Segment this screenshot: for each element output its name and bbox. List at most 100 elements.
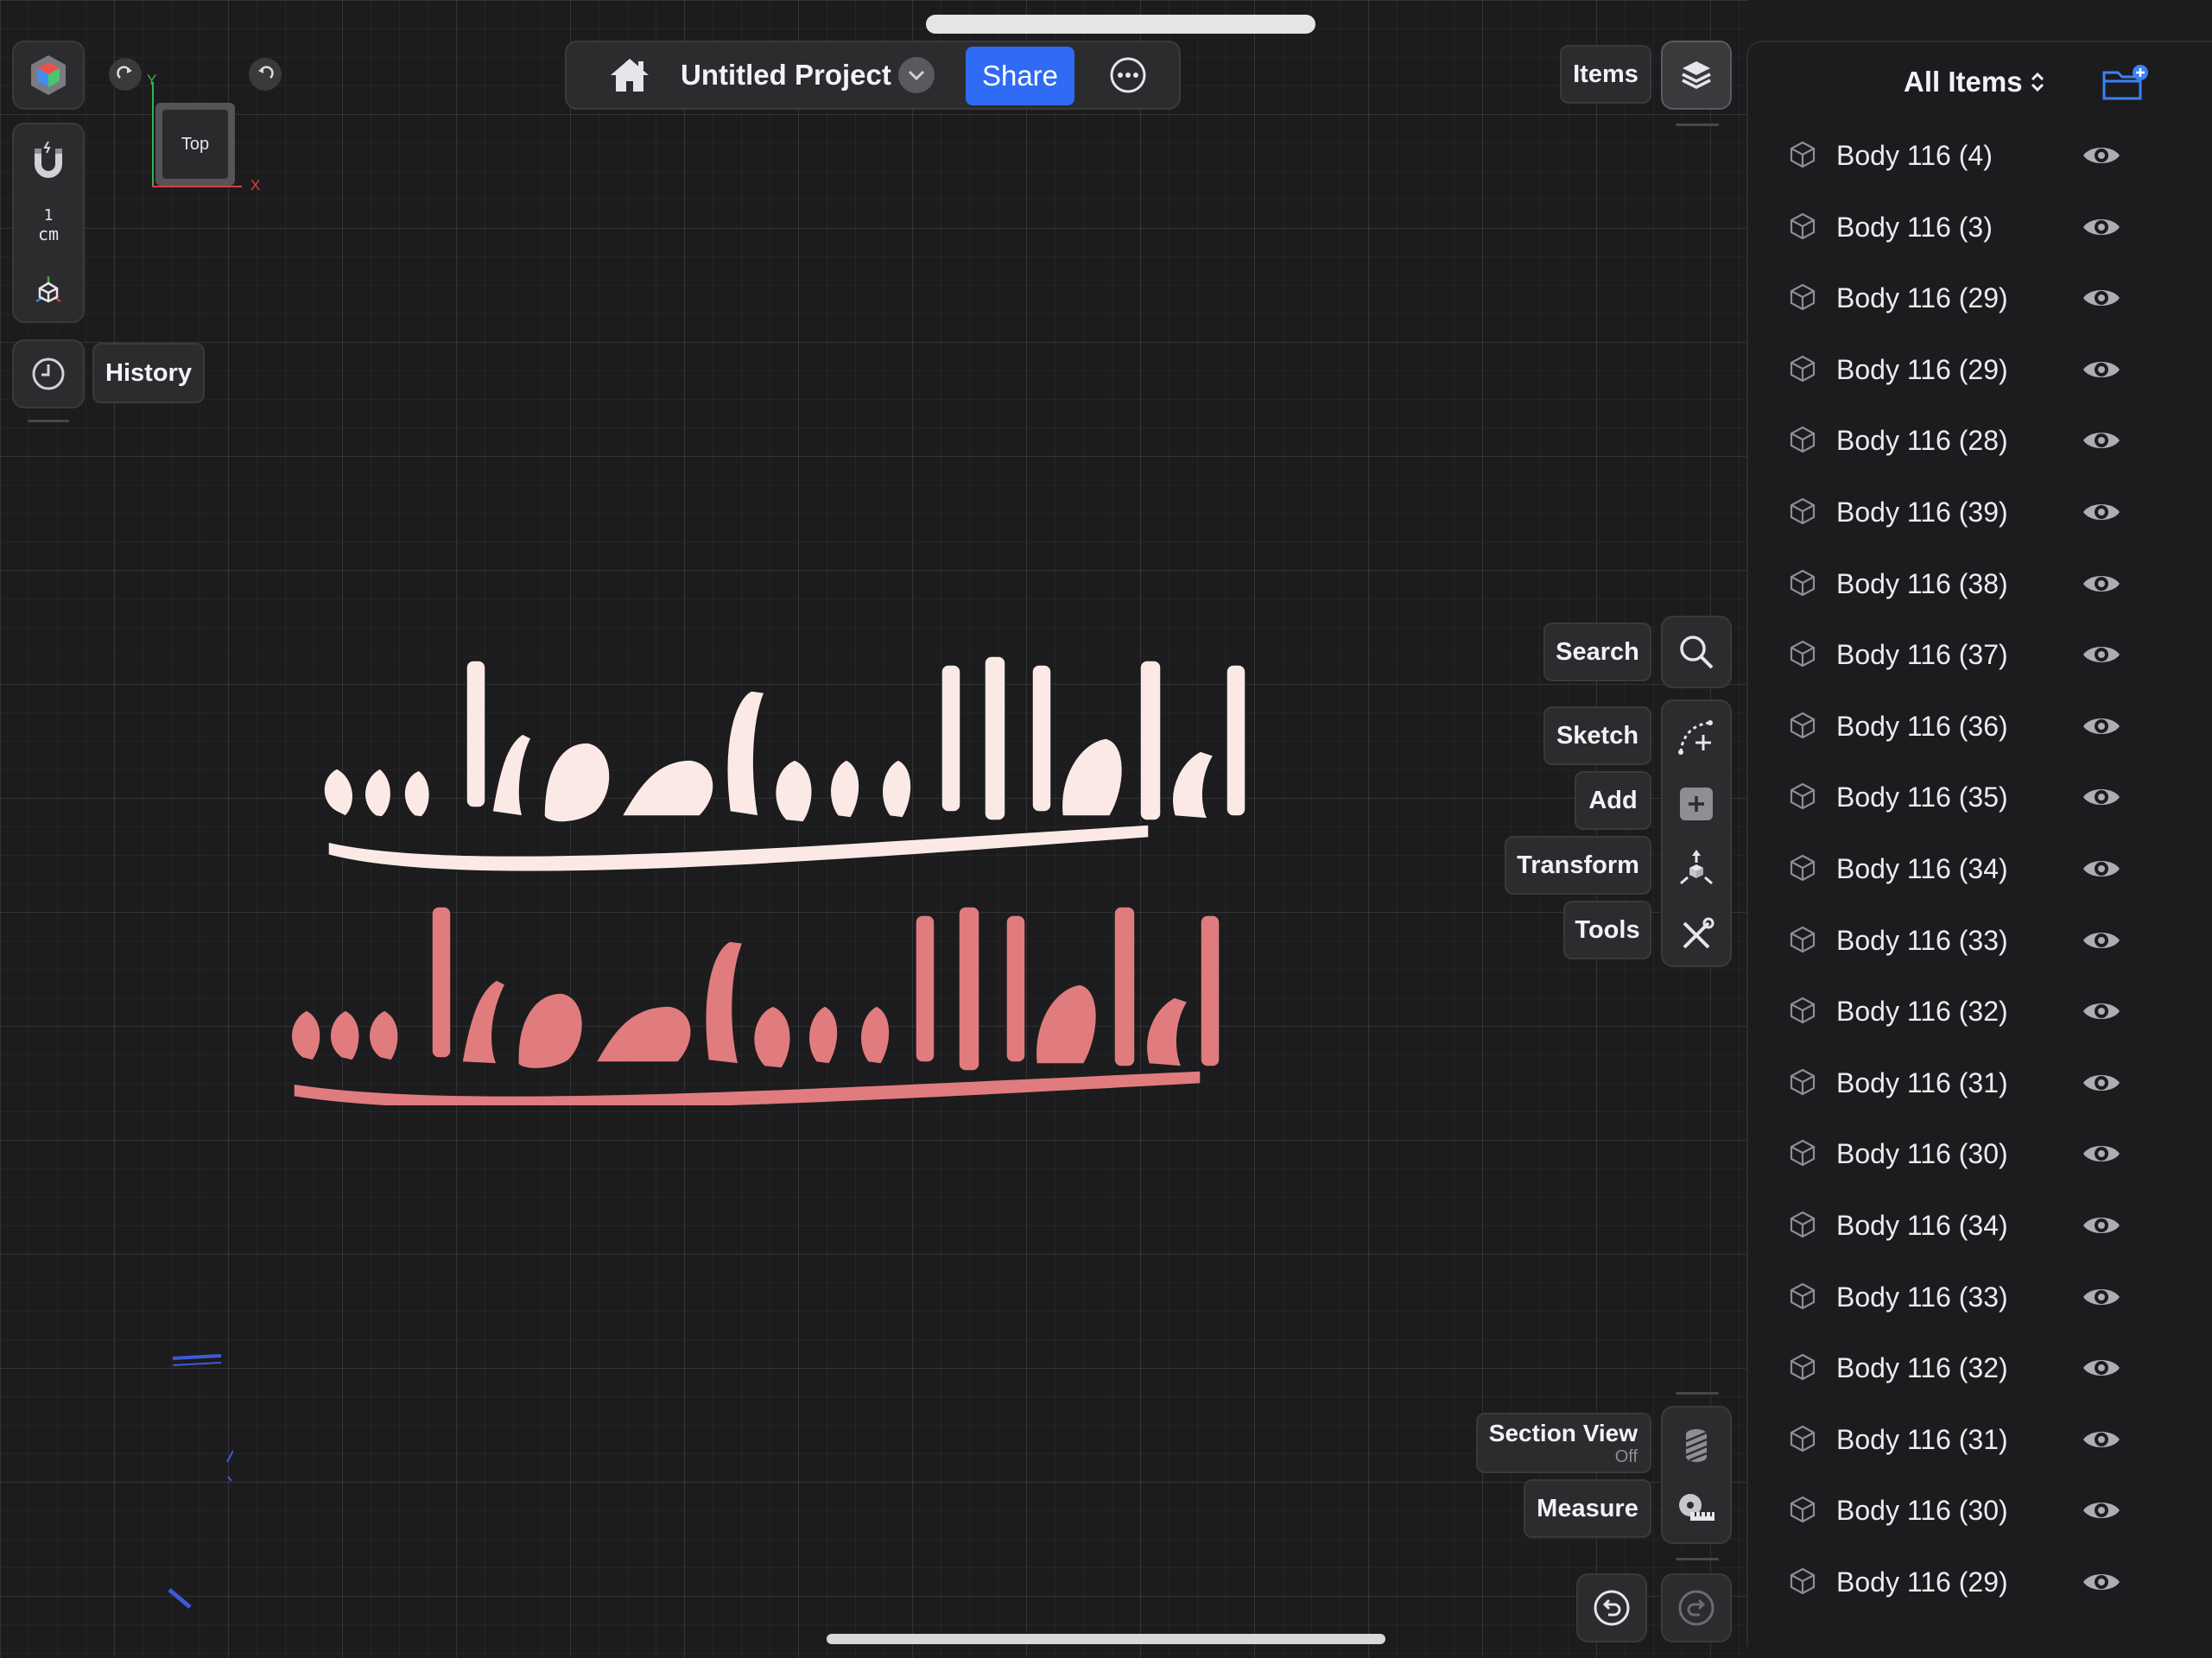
eye-icon[interactable] xyxy=(2082,642,2121,672)
x-axis-label: X xyxy=(250,177,261,193)
calligraphy-pink[interactable] xyxy=(290,906,1220,1105)
measure-tape-icon[interactable] xyxy=(1663,1478,1730,1539)
eye-icon[interactable] xyxy=(2082,784,2121,814)
layers-button[interactable] xyxy=(1661,41,1732,110)
add-label[interactable]: Add xyxy=(1575,771,1651,830)
tools-label[interactable]: Tools xyxy=(1563,901,1651,959)
undo-icon xyxy=(1578,1575,1645,1641)
redo-button[interactable] xyxy=(1661,1573,1732,1642)
eye-icon[interactable] xyxy=(2082,1212,2121,1243)
eye-icon[interactable] xyxy=(2082,142,2121,173)
section-view-icon[interactable] xyxy=(1663,1414,1730,1475)
list-item[interactable]: Body 116 (29) xyxy=(1748,334,2212,405)
list-item[interactable]: Body 116 (35) xyxy=(1748,762,2212,832)
app-logo-button[interactable] xyxy=(12,41,85,110)
history-button[interactable] xyxy=(12,339,85,408)
search-icon xyxy=(1663,617,1730,687)
eye-icon[interactable] xyxy=(2082,1569,2121,1599)
eye-icon[interactable] xyxy=(2082,1497,2121,1528)
list-item[interactable]: Body 116 (34) xyxy=(1748,1190,2212,1261)
list-item[interactable]: Body 116 (38) xyxy=(1748,548,2212,619)
ellipsis-circle-icon[interactable] xyxy=(1104,53,1152,98)
axis-cube-icon[interactable] xyxy=(14,268,83,311)
home-indicator[interactable] xyxy=(827,1634,1385,1644)
list-item[interactable]: Body 116 (29) xyxy=(1748,1547,2212,1617)
magnet-icon[interactable] xyxy=(14,138,83,181)
eye-icon[interactable] xyxy=(2082,1427,2121,1457)
item-label: Body 116 (36) xyxy=(1836,710,2008,742)
measure-label[interactable]: Measure xyxy=(1524,1479,1651,1538)
list-item[interactable]: Body 116 (32) xyxy=(1748,976,2212,1047)
eye-icon[interactable] xyxy=(2082,499,2121,529)
eye-icon[interactable] xyxy=(2082,571,2121,601)
sketch-label[interactable]: Sketch xyxy=(1543,706,1651,765)
share-button[interactable]: Share xyxy=(966,47,1074,105)
item-label: Body 116 (31) xyxy=(1836,1066,2008,1098)
project-title[interactable]: Untitled Project xyxy=(681,42,891,108)
list-item[interactable]: Body 116 (29) xyxy=(1748,263,2212,333)
modeling-tools-column xyxy=(1661,699,1732,967)
folder-plus-icon[interactable] xyxy=(2098,60,2153,106)
view-cube-label: Top xyxy=(162,110,228,179)
section-view-button-label[interactable]: Section View Off xyxy=(1476,1413,1651,1473)
undo-button[interactable] xyxy=(1576,1573,1647,1642)
multitasking-handle[interactable] xyxy=(926,15,1315,34)
list-item[interactable]: Body 116 (28) xyxy=(1748,405,2212,476)
scale-unit[interactable]: cm xyxy=(14,224,83,244)
list-item[interactable]: Body 116 (36) xyxy=(1748,691,2212,762)
eye-icon[interactable] xyxy=(2082,998,2121,1028)
tools-icon[interactable] xyxy=(1663,905,1730,965)
eye-icon[interactable] xyxy=(2082,856,2121,886)
eye-icon[interactable] xyxy=(2082,214,2121,244)
chevron-updown-icon xyxy=(2031,72,2044,92)
cube-outline-icon xyxy=(1790,854,1816,886)
add-icon[interactable] xyxy=(1663,774,1730,834)
cube-outline-icon xyxy=(1790,997,1816,1028)
list-item[interactable]: Body 116 (34) xyxy=(1748,833,2212,904)
list-item[interactable]: Body 116 (30) xyxy=(1748,1475,2212,1546)
list-item[interactable]: Body 116 (30) xyxy=(1748,1118,2212,1189)
eye-icon[interactable] xyxy=(2082,1070,2121,1100)
list-item[interactable]: Body 116 (31) xyxy=(1748,1047,2212,1118)
item-label: Body 116 (29) xyxy=(1836,1566,2008,1598)
rotate-view-ccw-button[interactable] xyxy=(249,58,282,91)
eye-icon[interactable] xyxy=(2082,285,2121,315)
list-item[interactable]: Body 116 (31) xyxy=(1748,1404,2212,1475)
eye-icon[interactable] xyxy=(2082,1284,2121,1314)
sketch-icon[interactable] xyxy=(1663,708,1730,769)
items-filter-dropdown[interactable]: All Items xyxy=(1904,63,2076,101)
history-label[interactable]: History xyxy=(92,343,205,403)
cube-outline-icon xyxy=(1790,1567,1816,1599)
items-label[interactable]: Items xyxy=(1560,45,1651,104)
eye-icon[interactable] xyxy=(2082,427,2121,458)
eye-icon[interactable] xyxy=(2082,357,2121,387)
view-cube[interactable]: Top Y X xyxy=(147,72,260,193)
calligraphy-white[interactable] xyxy=(323,655,1246,873)
rotate-view-cw-button[interactable] xyxy=(109,58,142,91)
stray-sketch-lines[interactable] xyxy=(164,1351,233,1619)
list-item[interactable]: Body 116 (32) xyxy=(1748,1332,2212,1403)
eye-icon[interactable] xyxy=(2082,1141,2121,1171)
list-item[interactable]: Body 116 (33) xyxy=(1748,1262,2212,1332)
transform-label[interactable]: Transform xyxy=(1505,836,1651,895)
list-item[interactable]: Body 116 (33) xyxy=(1748,905,2212,976)
x-axis-line xyxy=(152,186,242,187)
cube-outline-icon xyxy=(1790,497,1816,529)
list-item[interactable]: Body 116 (3) xyxy=(1748,192,2212,263)
y-axis-line xyxy=(152,82,154,187)
project-menu-chevron[interactable] xyxy=(898,57,935,93)
transform-icon[interactable] xyxy=(1663,839,1730,900)
eye-icon[interactable] xyxy=(2082,713,2121,744)
home-icon[interactable] xyxy=(599,51,660,99)
search-label[interactable]: Search xyxy=(1543,623,1651,681)
eye-icon[interactable] xyxy=(2082,1355,2121,1385)
calligraphy-artwork[interactable] xyxy=(285,639,1347,1105)
list-item[interactable]: Body 116 (37) xyxy=(1748,619,2212,690)
item-label: Body 116 (4) xyxy=(1836,140,1993,171)
view-cube-face[interactable]: Top xyxy=(155,103,235,186)
eye-icon[interactable] xyxy=(2082,927,2121,958)
list-item[interactable]: Body 116 (39) xyxy=(1748,477,2212,547)
search-button[interactable] xyxy=(1661,616,1732,688)
cube-outline-icon xyxy=(1790,782,1816,814)
list-item[interactable]: Body 116 (4) xyxy=(1748,120,2212,191)
